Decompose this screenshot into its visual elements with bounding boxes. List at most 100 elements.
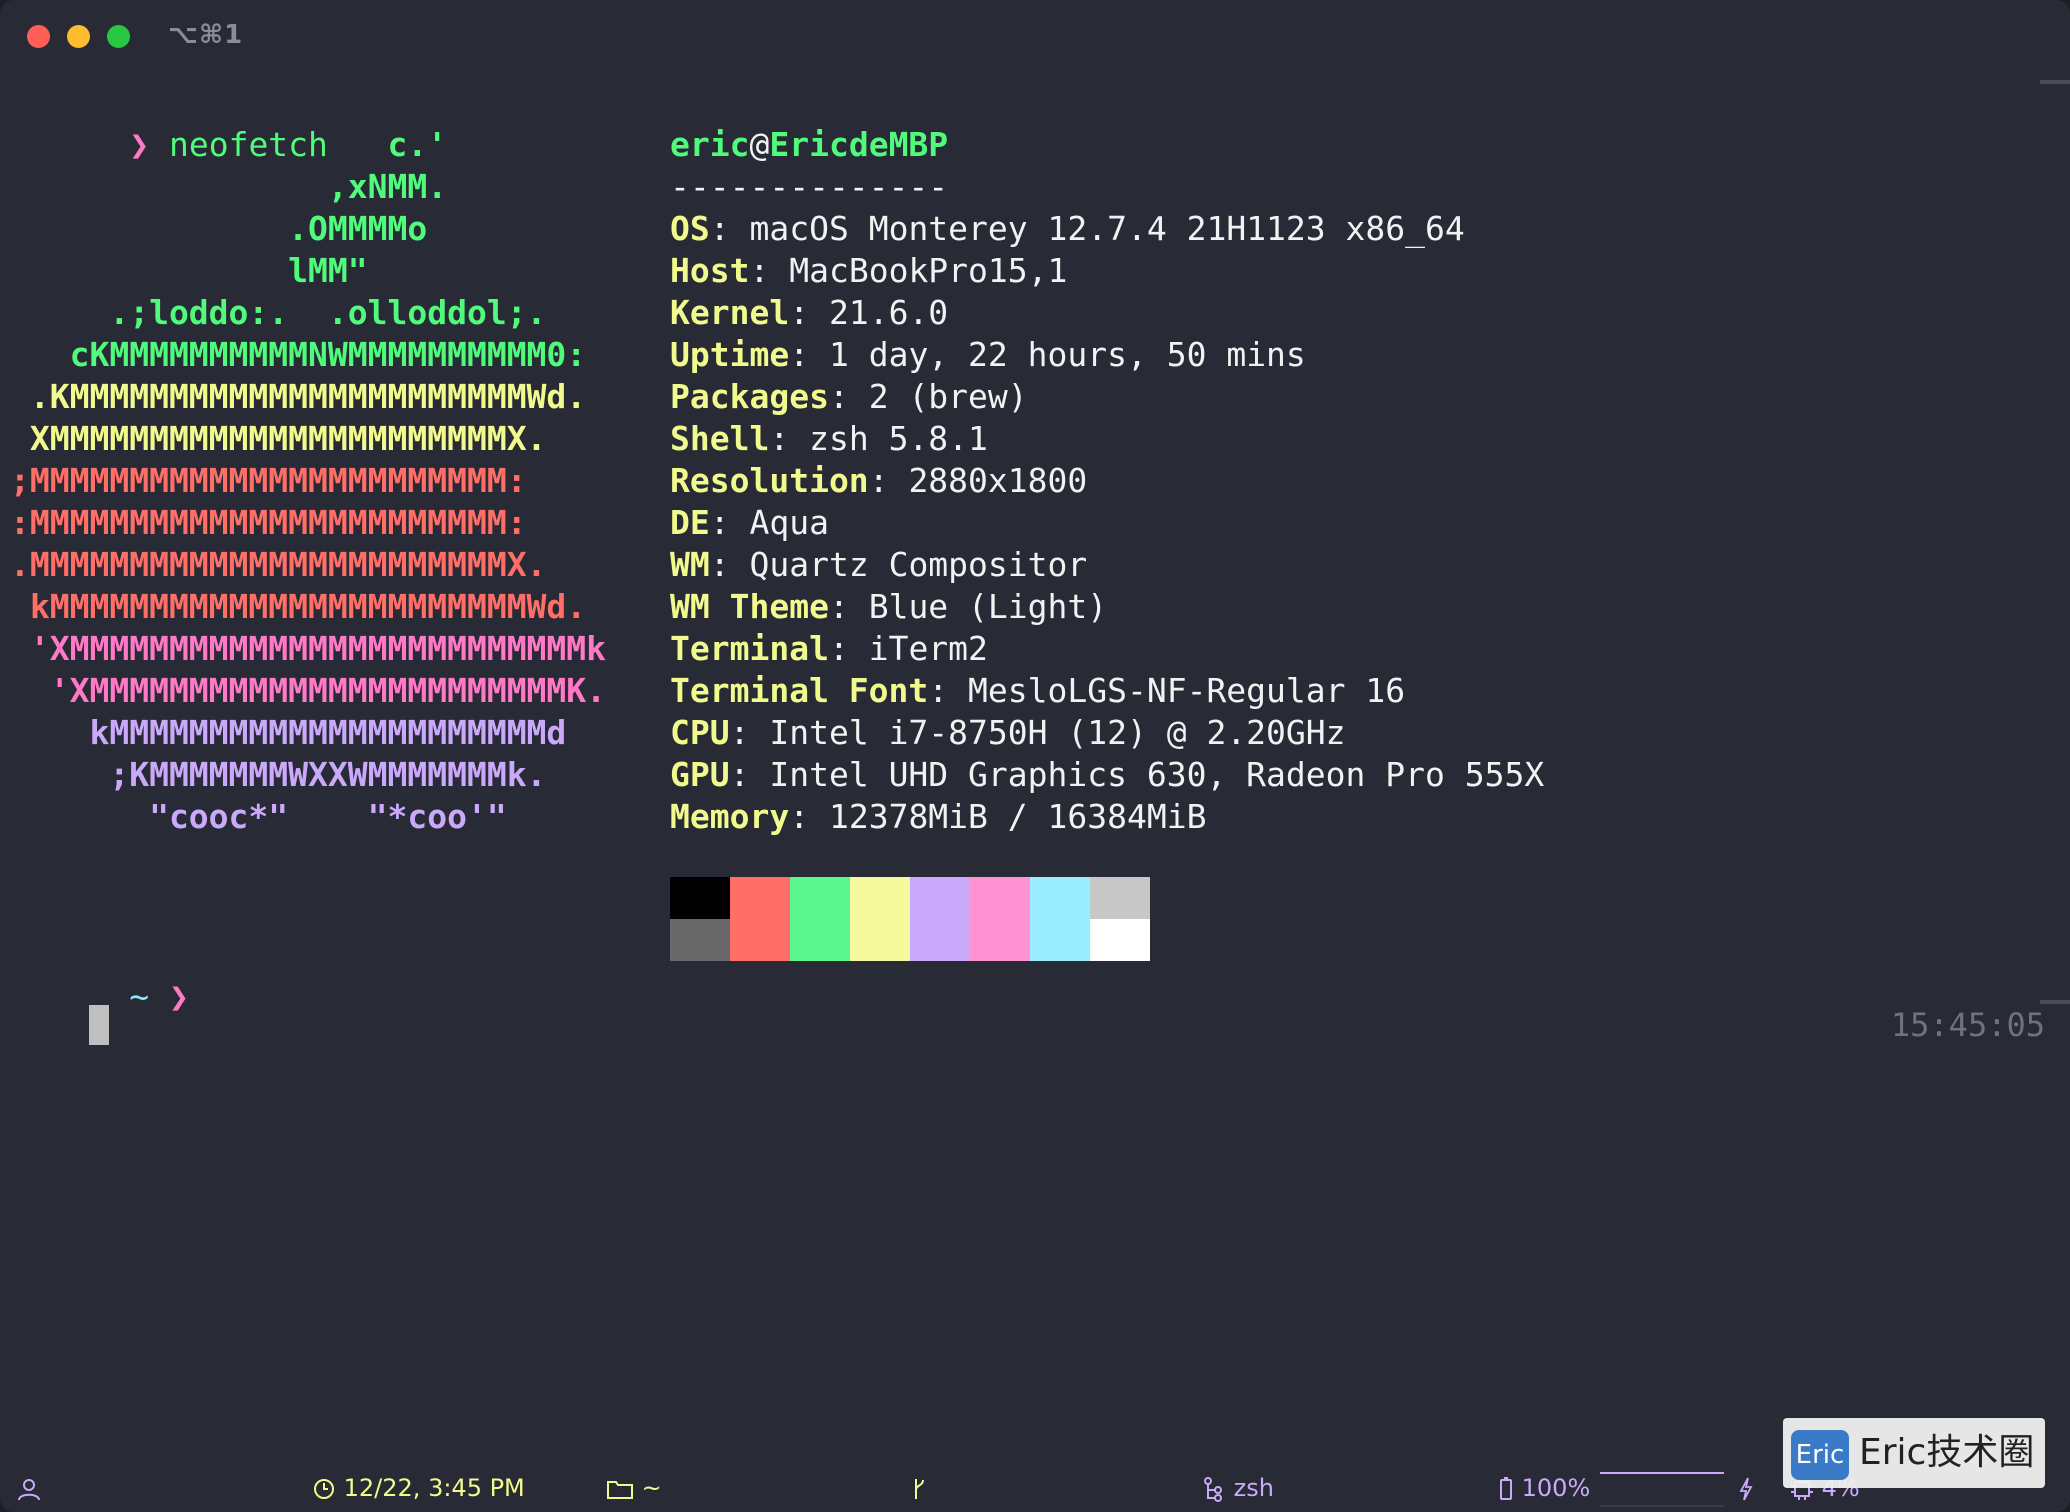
info-row: WM Theme: Blue (Light) <box>670 587 1108 626</box>
ascii-art-line: ;KMMMMMMMWXXWMMMMMMMk. <box>10 755 547 794</box>
process-tree-icon <box>1204 1477 1222 1502</box>
title-bar: ⌥⌘1 <box>0 0 2070 72</box>
info-key: OS <box>670 209 710 248</box>
color-swatch <box>790 877 850 919</box>
charging-status <box>1738 1474 1754 1502</box>
info-key: GPU <box>670 755 730 794</box>
info-value: zsh 5.8.1 <box>809 419 988 458</box>
color-swatch <box>970 877 1030 919</box>
info-key: Kernel <box>670 293 790 332</box>
info-value: 12378MiB / 16384MiB <box>828 797 1207 836</box>
info-key: Resolution <box>670 461 869 500</box>
ascii-art-line: .OMMMMo <box>10 209 428 248</box>
color-palette <box>670 877 1150 961</box>
folder-icon <box>607 1481 633 1499</box>
info-value: macOS Monterey 12.7.4 21H1123 x86_64 <box>749 209 1465 248</box>
color-swatch <box>730 877 790 919</box>
ascii-art-line: .;loddo:. .olloddol;. <box>10 293 547 332</box>
scrollbar[interactable] <box>2040 80 2070 1010</box>
battery-graph <box>1598 1468 1728 1512</box>
info-row: Host: MacBookPro15,1 <box>670 251 1068 290</box>
ascii-art-line: ;MMMMMMMMMMMMMMMMMMMMMMMM: <box>10 461 527 500</box>
info-key: Packages <box>670 377 829 416</box>
input-prompt: ~ ❯ <box>10 934 189 1016</box>
info-row: WM: Quartz Compositor <box>670 545 1088 584</box>
hostname: EricdeMBP <box>769 125 949 164</box>
info-key: DE <box>670 503 710 542</box>
info-row: DE: Aqua <box>670 503 829 542</box>
at-symbol: @ <box>749 125 770 164</box>
ascii-art-line: 'XMMMMMMMMMMMMMMMMMMMMMMMMMMk <box>10 629 607 668</box>
battery-text: 100% <box>1521 1474 1591 1502</box>
separator-line: -------------- <box>670 167 949 206</box>
job-status: zsh <box>1202 1474 1274 1502</box>
ascii-art-line: :MMMMMMMMMMMMMMMMMMMMMMMM: <box>10 503 527 542</box>
scrollbar-bottom-mark <box>2040 1000 2070 1004</box>
color-swatch <box>850 877 910 919</box>
info-key: Terminal Font <box>670 671 929 710</box>
info-row: Terminal: iTerm2 <box>670 629 988 668</box>
job-text: zsh <box>1233 1474 1274 1502</box>
cwd-indicator: ~ <box>129 977 150 1016</box>
info-key: Terminal <box>670 629 829 668</box>
info-value: MesloLGS-NF-Regular 16 <box>968 671 1406 710</box>
info-key: Host <box>670 251 750 290</box>
clock-icon <box>314 1479 334 1499</box>
info-value: 2 (brew) <box>868 377 1028 416</box>
ascii-art-line: c.' <box>10 125 448 164</box>
info-key: Shell <box>670 419 770 458</box>
terminal-window: ⌥⌘1 ❯ neofetch c.' ,xNMM. .OMMMMo lMM" .… <box>0 0 2070 1512</box>
directory-text: ~ <box>641 1474 662 1502</box>
info-row: Uptime: 1 day, 22 hours, 50 mins <box>670 335 1306 374</box>
status-bar: 12/22, 3:45 PM ~ zsh 100% 4% <box>0 1462 2070 1512</box>
datetime-status: 12/22, 3:45 PM <box>312 1474 525 1502</box>
user-icon <box>18 1479 40 1501</box>
color-swatch <box>670 877 730 919</box>
git-branch-icon <box>915 1479 924 1499</box>
ascii-art-line: "cooc*" "*coo'" <box>10 797 507 836</box>
text-cursor <box>89 1005 109 1045</box>
info-value: 21.6.0 <box>828 293 949 332</box>
ascii-art-line: XMMMMMMMMMMMMMMMMMMMMMMMX. <box>10 419 547 458</box>
info-key: CPU <box>670 713 730 752</box>
directory-status: ~ <box>606 1474 662 1502</box>
battery-sparkline <box>1600 1472 1724 1507</box>
ascii-art-line: .KMMMMMMMMMMMMMMMMMMMMMMMWd. <box>10 377 587 416</box>
info-row: Terminal Font: MesloLGS-NF-Regular 16 <box>670 671 1406 710</box>
color-swatch <box>910 919 970 961</box>
ascii-art-line: lMM" <box>10 251 368 290</box>
info-value: Aqua <box>749 503 829 542</box>
datetime-text: 12/22, 3:45 PM <box>343 1474 525 1502</box>
ascii-art-line: cKMMMMMMMMMMNWMMMMMMMMMM0: <box>10 335 587 374</box>
minimize-button[interactable] <box>67 25 90 48</box>
command-line: ❯ neofetch <box>10 82 328 164</box>
color-swatch <box>910 877 970 919</box>
color-swatch <box>1030 919 1090 961</box>
info-row: Packages: 2 (brew) <box>670 377 1028 416</box>
info-row: GPU: Intel UHD Graphics 630, Radeon Pro … <box>670 755 1545 794</box>
close-button[interactable] <box>27 25 50 48</box>
terminal-content[interactable]: ❯ neofetch c.' ,xNMM. .OMMMMo lMM" .;lod… <box>0 72 2030 1462</box>
right-prompt-time: 15:45:05 <box>1890 1006 2045 1044</box>
info-row: Resolution: 2880x1800 <box>670 461 1088 500</box>
color-swatch <box>730 919 790 961</box>
info-value: MacBookPro15,1 <box>789 251 1068 290</box>
ascii-art-line: ,xNMM. <box>10 167 448 206</box>
info-key: WM Theme <box>670 587 829 626</box>
color-swatch <box>970 919 1030 961</box>
zoom-button[interactable] <box>107 25 130 48</box>
user-host: eric@EricdeMBP <box>670 124 948 166</box>
watermark-logo: Eric <box>1791 1430 1849 1480</box>
info-row: Shell: zsh 5.8.1 <box>670 419 988 458</box>
prompt-arrow-icon: ❯ <box>168 977 189 1016</box>
info-row: OS: macOS Monterey 12.7.4 21H1123 x86_64 <box>670 209 1465 248</box>
info-row: CPU: Intel i7-8750H (12) @ 2.20GHz <box>670 713 1346 752</box>
battery-status: 100% <box>1498 1474 1590 1502</box>
info-row: Memory: 12378MiB / 16384MiB <box>670 797 1207 836</box>
color-swatch <box>1030 877 1090 919</box>
battery-icon <box>1500 1477 1512 1500</box>
window-title: ⌥⌘1 <box>168 20 244 50</box>
user-status <box>16 1474 42 1502</box>
info-value: 1 day, 22 hours, 50 mins <box>828 335 1306 374</box>
ascii-art-line: 'XMMMMMMMMMMMMMMMMMMMMMMMMK. <box>10 671 607 710</box>
